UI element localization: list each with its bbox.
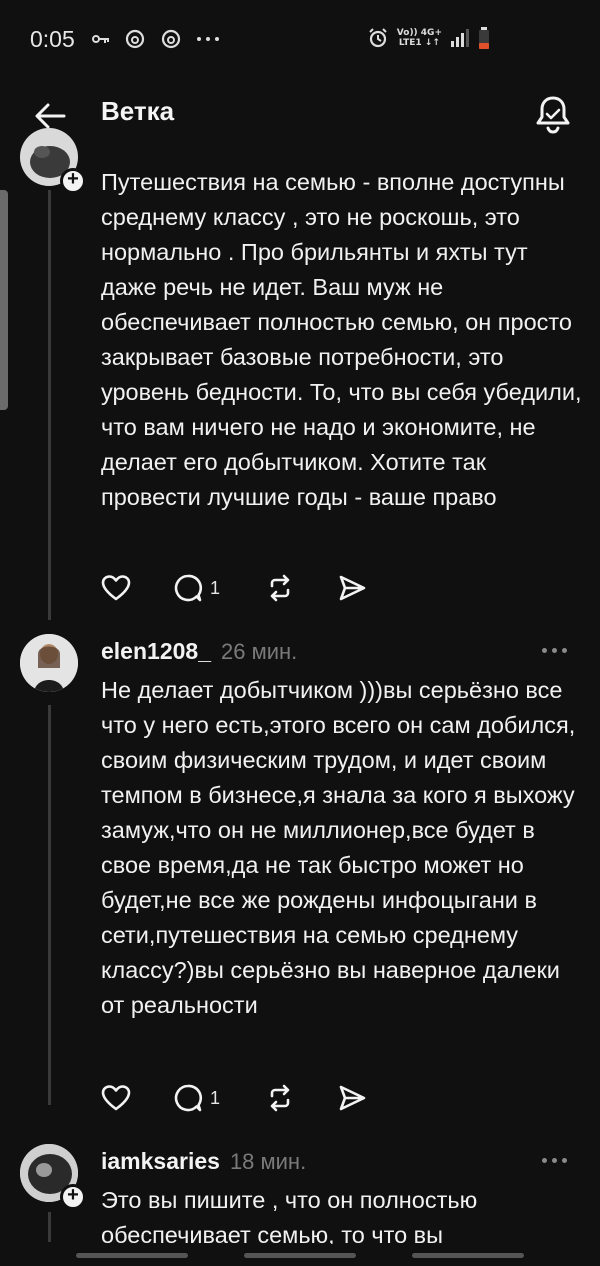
post-text-3: Это вы пишите , что он полностью обеспеч…: [101, 1187, 478, 1248]
send-icon: [339, 575, 366, 601]
more-dots-icon: [561, 647, 567, 653]
battery-icon: [479, 27, 489, 49]
network-label-bottom: LTE1 ↓↑: [398, 38, 440, 48]
comment-bubble-icon: [174, 574, 203, 602]
threads-icon-2: [161, 29, 181, 49]
follow-plus-icon[interactable]: +: [60, 1184, 86, 1210]
more-notifications-icon: [197, 37, 219, 41]
author-avatar-2[interactable]: [20, 634, 78, 692]
thread-line: [48, 190, 51, 620]
more-dots-icon: [541, 1157, 547, 1163]
notifications-button[interactable]: [530, 92, 576, 138]
reply-button[interactable]: [172, 572, 204, 604]
reply-count: 1: [210, 1087, 221, 1108]
send-icon: [339, 1085, 366, 1111]
more-dots-icon: [561, 1157, 567, 1163]
reply-button[interactable]: [172, 1082, 204, 1114]
timestamp: 18 мин.: [229, 1149, 307, 1174]
alarm-icon: [369, 28, 387, 48]
more-dots-icon: [551, 1157, 557, 1163]
status-system-icons: Vo)) 4G+ LTE1 ↓↑: [367, 27, 490, 49]
threads-icon: [125, 29, 145, 49]
reply-count: 1: [210, 577, 221, 598]
network-indicator: Vo)) 4G+ LTE1 ↓↑: [397, 28, 442, 48]
like-button[interactable]: [100, 572, 132, 604]
post-text-2: Не делает добытчиком )))вы серьёзно все …: [101, 677, 576, 1018]
scrollbar[interactable]: [0, 190, 8, 410]
heart-icon: [101, 575, 131, 601]
follow-plus-icon[interactable]: +: [60, 168, 86, 194]
username[interactable]: elen1208_: [101, 638, 211, 665]
more-options-button[interactable]: [536, 1150, 572, 1170]
username[interactable]: iamksaries: [101, 1148, 220, 1175]
comment-bubble-icon: [174, 1084, 203, 1112]
author-avatar-3[interactable]: +: [20, 1144, 86, 1210]
more-dots-icon: [551, 647, 557, 653]
comment-header-2: elen1208_ 26 мин.: [101, 638, 297, 665]
nav-pill[interactable]: [76, 1253, 188, 1258]
post-text-1: Путешествия на семью - вполне доступны с…: [101, 169, 582, 510]
repost-button[interactable]: [264, 572, 296, 604]
repost-button[interactable]: [264, 1082, 296, 1114]
share-button[interactable]: [336, 572, 368, 604]
author-avatar-1[interactable]: +: [20, 128, 86, 194]
comment-header-3: iamksaries 18 мин.: [101, 1148, 306, 1175]
page-title: Ветка: [101, 96, 175, 126]
key-icon: [92, 35, 109, 43]
status-notification-icons: [92, 28, 220, 50]
reply-group[interactable]: 1: [172, 572, 220, 604]
bottom-gesture-bar: [0, 1244, 600, 1266]
post-actions-2: 1: [100, 1082, 408, 1114]
bell-icon: [536, 96, 570, 134]
like-button[interactable]: [100, 1082, 132, 1114]
heart-icon: [101, 1085, 131, 1111]
thread-line: [48, 705, 51, 1105]
repost-icon: [270, 1084, 290, 1112]
nav-pill[interactable]: [244, 1253, 356, 1258]
more-options-button[interactable]: [536, 640, 572, 660]
repost-icon: [270, 574, 290, 602]
thread-line: [48, 1212, 51, 1242]
share-button[interactable]: [336, 1082, 368, 1114]
app-header: Ветка: [0, 80, 600, 150]
post-actions-1: 1: [100, 572, 408, 604]
timestamp: 26 мин.: [220, 639, 298, 664]
more-dots-icon: [541, 647, 547, 653]
status-bar: 0:05 Vo)) 4G+ LTE1 ↓↑: [0, 0, 600, 80]
network-label-top: Vo)) 4G+: [396, 28, 442, 38]
reply-group[interactable]: 1: [172, 1082, 220, 1114]
status-time: 0:05: [30, 26, 75, 52]
avatar: [20, 634, 78, 692]
nav-pill[interactable]: [412, 1253, 524, 1258]
signal-icon: [451, 29, 469, 47]
